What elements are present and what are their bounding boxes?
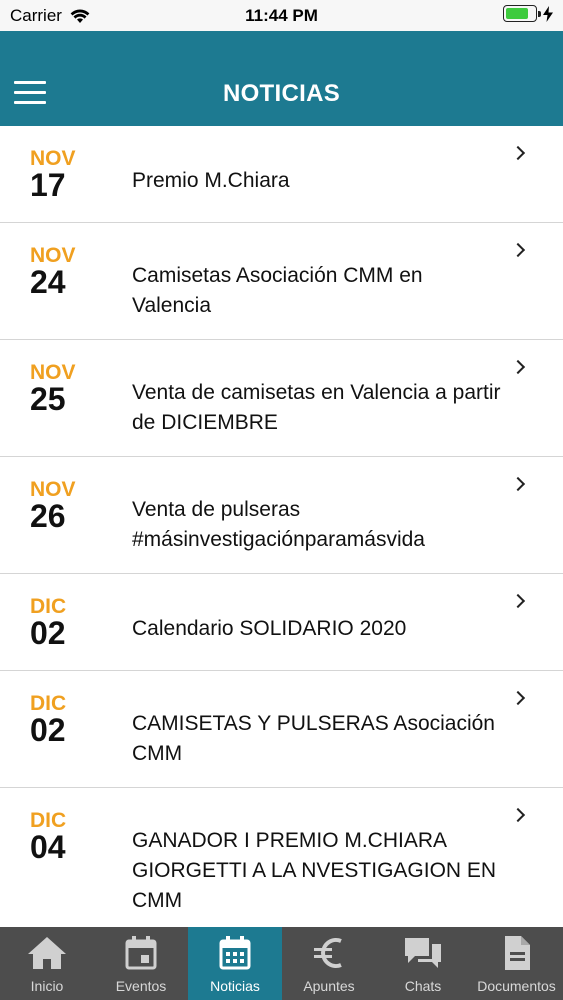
tab-label: Inicio xyxy=(30,978,64,994)
news-day: 26 xyxy=(30,498,66,534)
battery-tip xyxy=(538,11,541,17)
news-title: Venta de camisetas en Valencia a partir … xyxy=(132,381,501,434)
calendar-grid-icon xyxy=(217,935,253,978)
news-day: 04 xyxy=(30,829,66,865)
tab-label: Documentos xyxy=(477,978,556,994)
status-time: 11:44 PM xyxy=(245,6,318,25)
tab-label: Apuntes xyxy=(303,978,355,994)
chat-bubbles-icon xyxy=(403,935,443,978)
app-header: NOTICIAS xyxy=(0,31,563,126)
news-title: GANADOR I PREMIO M.CHIARA GIORGETTI A LA… xyxy=(132,829,497,912)
news-item[interactable]: DIC 02 Calendario SOLIDARIO 2020 xyxy=(0,574,563,671)
news-item[interactable]: DIC 02 CAMISETAS Y PULSERAS Asociación CMM xyxy=(0,671,563,788)
tab-inicio[interactable]: Inicio xyxy=(0,927,94,1000)
chevron-right-icon xyxy=(510,145,526,161)
tab-apuntes[interactable]: Apuntes xyxy=(282,927,376,1000)
news-title: Venta de pulseras #másinvestigaciónparam… xyxy=(132,498,425,551)
news-date: NOV 25 xyxy=(30,362,110,417)
tab-eventos[interactable]: Eventos xyxy=(94,927,188,1000)
battery-icon xyxy=(503,5,541,22)
news-day: 24 xyxy=(30,264,66,300)
chevron-right-icon xyxy=(510,359,526,375)
chevron-right-icon xyxy=(510,807,526,823)
news-item[interactable]: NOV 25 Venta de camisetas en Valencia a pa… xyxy=(0,340,563,457)
news-item[interactable]: NOV 24 Camisetas Asociación CMM en Valenci… xyxy=(0,223,563,340)
news-day: 25 xyxy=(30,381,66,417)
status-right xyxy=(503,5,553,22)
tab-label: Eventos xyxy=(115,978,167,994)
euro-icon xyxy=(311,935,347,978)
news-item[interactable]: NOV 26 Venta de pulseras #másinvestigación… xyxy=(0,457,563,574)
document-icon xyxy=(501,935,533,978)
news-date: NOV 26 xyxy=(30,479,110,534)
page-title: NOTICIAS xyxy=(222,80,341,107)
news-date: NOV 17 xyxy=(30,148,110,203)
calendar-day-icon xyxy=(123,935,159,978)
chevron-right-icon xyxy=(510,476,526,492)
news-title: Premio M.Chiara xyxy=(132,169,290,192)
news-title: CAMISETAS Y PULSERAS Asociación CMM xyxy=(132,712,495,765)
news-date: DIC 02 xyxy=(30,596,110,651)
home-icon xyxy=(26,935,68,978)
tab-label: Chats xyxy=(404,978,442,994)
status-bar: Carrier 11:44 PM xyxy=(0,0,563,31)
news-day: 02 xyxy=(30,615,66,651)
news-title: Camisetas Asociación CMM en Valencia xyxy=(132,264,423,317)
news-item[interactable]: NOV 17 Premio M.Chiara xyxy=(0,126,563,223)
news-date: DIC 02 xyxy=(30,693,110,748)
battery-fill xyxy=(506,8,529,19)
news-list: NOV 17 Premio M.Chiara NOV 24 Camisetas Asoci… xyxy=(0,126,563,927)
chevron-right-icon xyxy=(510,242,526,258)
tab-noticias[interactable]: Noticias xyxy=(188,927,282,1000)
news-title: Calendario SOLIDARIO 2020 xyxy=(132,617,407,640)
tab-documentos[interactable]: Documentos xyxy=(470,927,563,1000)
news-date: DIC 04 xyxy=(30,810,110,865)
tab-bar: Inicio Eventos Noticias Apuntes Chats Documen… xyxy=(0,927,563,1000)
chevron-right-icon xyxy=(510,690,526,706)
news-date: NOV 24 xyxy=(30,245,110,300)
news-day: 17 xyxy=(30,167,66,203)
charging-bolt-icon xyxy=(543,5,553,22)
tab-chats[interactable]: Chats xyxy=(376,927,470,1000)
news-item[interactable]: DIC 04 GANADOR I PREMIO M.CHIARA GIORGETTI… xyxy=(0,788,563,927)
tab-label: Noticias xyxy=(210,978,260,994)
chevron-right-icon xyxy=(510,593,526,609)
news-day: 02 xyxy=(30,712,66,748)
